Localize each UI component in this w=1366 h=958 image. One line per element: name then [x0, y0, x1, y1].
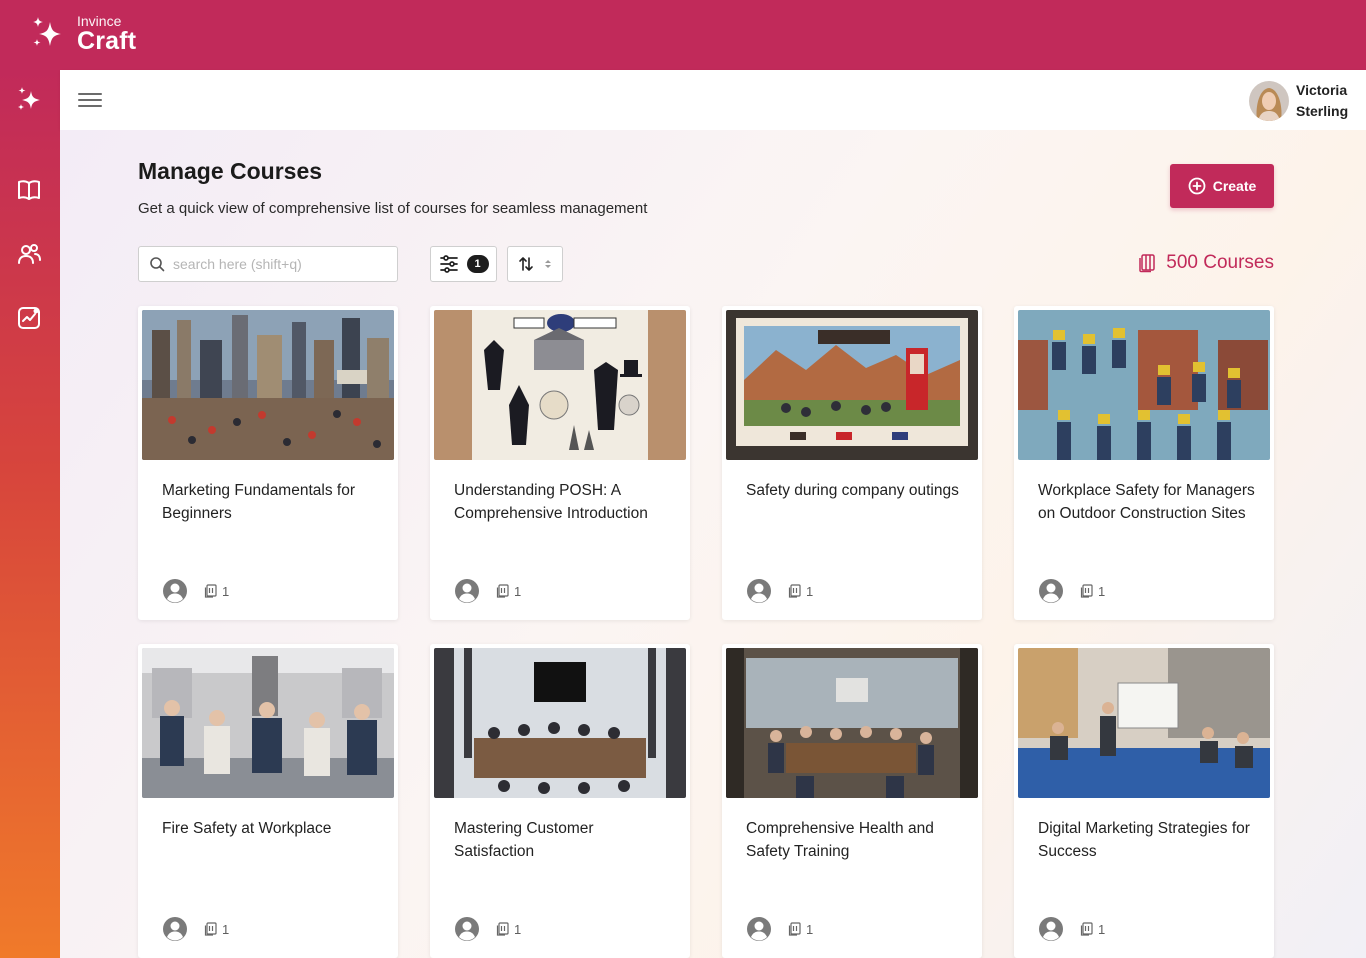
search-input[interactable] — [173, 256, 383, 272]
course-thumbnail — [1018, 310, 1270, 460]
document-icon — [788, 922, 801, 936]
course-title: Understanding POSH: A Comprehensive Intr… — [454, 482, 648, 522]
filter-button[interactable]: 1 — [430, 246, 497, 282]
course-card[interactable]: Fire Safety at Workplace 1 — [138, 644, 398, 958]
avatar — [1249, 81, 1289, 121]
avatar-icon — [455, 917, 479, 941]
avatar-icon — [163, 917, 187, 941]
course-meta: 1 — [1038, 916, 1105, 942]
course-card[interactable]: Safety during company outings 1 — [722, 306, 982, 620]
course-card[interactable]: Understanding POSH: A Comprehensive Intr… — [430, 306, 690, 620]
course-title: Digital Marketing Strategies for Success — [1038, 820, 1250, 860]
document-count: 1 — [514, 921, 522, 937]
sort-icon — [518, 257, 533, 271]
avatar-icon — [1039, 579, 1063, 603]
brand[interactable]: Invince Craft — [28, 14, 136, 54]
document-count: 1 — [222, 583, 230, 599]
course-thumbnail — [142, 648, 394, 798]
course-meta: 1 — [162, 578, 229, 604]
course-meta: 1 — [746, 578, 813, 604]
sparkles-logo-icon — [33, 17, 61, 46]
document-icon — [1080, 922, 1093, 936]
sort-button[interactable] — [507, 246, 563, 282]
books-icon — [1139, 254, 1156, 273]
top-bar: Invince Craft — [0, 0, 1366, 70]
document-count: 1 — [806, 921, 814, 937]
course-thumbnail — [1018, 648, 1270, 798]
plus-circle-icon — [1188, 177, 1206, 195]
page-title: Manage Courses — [138, 158, 323, 184]
avatar-icon — [747, 579, 771, 603]
document-icon — [204, 922, 217, 936]
document-icon — [1080, 584, 1093, 598]
page-subtitle: Get a quick view of comprehensive list o… — [138, 200, 648, 217]
course-thumbnail — [434, 648, 686, 798]
course-title: Workplace Safety for Managers on Outdoor… — [1038, 482, 1255, 522]
users-icon[interactable] — [14, 239, 44, 269]
filter-count-badge: 1 — [466, 255, 489, 273]
menu-icon[interactable] — [78, 89, 102, 111]
course-thumbnail — [726, 648, 978, 798]
sidebar — [0, 70, 60, 958]
document-count: 1 — [1098, 583, 1106, 599]
course-card[interactable]: Mastering Customer Satisfaction 1 — [430, 644, 690, 958]
document-icon — [788, 584, 801, 598]
document-count: 1 — [514, 583, 522, 599]
brand-small-text: Invince — [77, 13, 122, 29]
search-icon — [150, 257, 165, 272]
course-title: Comprehensive Health and Safety Training — [746, 820, 934, 860]
brand-name: Craft — [77, 27, 137, 55]
avatar-icon — [163, 579, 187, 603]
create-button[interactable]: Create — [1170, 164, 1274, 208]
course-thumbnail — [142, 310, 394, 460]
course-card[interactable]: Comprehensive Health and Safety Training… — [722, 644, 982, 958]
document-count: 1 — [1098, 921, 1106, 937]
search-box[interactable] — [138, 246, 398, 282]
avatar-icon — [455, 579, 479, 603]
course-meta: 1 — [454, 916, 521, 942]
course-meta: 1 — [1038, 578, 1105, 604]
course-meta: 1 — [746, 916, 813, 942]
course-title: Safety during company outings — [746, 482, 959, 499]
analytics-icon[interactable] — [14, 303, 44, 333]
course-title: Marketing Fundamentals for Beginners — [162, 482, 355, 522]
course-meta: 1 — [162, 916, 229, 942]
avatar-icon — [747, 917, 771, 941]
create-label: Create — [1212, 178, 1257, 194]
document-icon — [496, 922, 509, 936]
course-card[interactable]: Workplace Safety for Managers on Outdoor… — [1014, 306, 1274, 620]
course-card[interactable]: Marketing Fundamentals for Beginners 1 — [138, 306, 398, 620]
user-menu[interactable]: Victoria Sterling — [1249, 80, 1349, 122]
course-title: Mastering Customer Satisfaction — [454, 820, 594, 860]
book-icon[interactable] — [14, 175, 44, 205]
course-count-text: 500 Courses — [1166, 252, 1274, 273]
document-count: 1 — [806, 583, 814, 599]
main-content: Manage Courses Get a quick view of compr… — [60, 130, 1366, 958]
course-count: 500 Courses — [1137, 252, 1274, 274]
course-thumbnail — [434, 310, 686, 460]
course-card[interactable]: Digital Marketing Strategies for Success… — [1014, 644, 1274, 958]
user-first-name: Victoria — [1296, 82, 1348, 98]
avatar-icon — [1039, 917, 1063, 941]
user-last-name: Sterling — [1296, 103, 1349, 119]
document-icon — [204, 584, 217, 598]
sliders-icon — [439, 255, 458, 273]
chevron-updown-icon — [544, 260, 551, 268]
document-count: 1 — [222, 921, 230, 937]
course-title: Fire Safety at Workplace — [162, 820, 332, 837]
document-icon — [496, 584, 509, 598]
course-thumbnail — [726, 310, 978, 460]
header: Victoria Sterling — [60, 70, 1366, 130]
course-meta: 1 — [454, 578, 521, 604]
sparkles-icon[interactable] — [14, 85, 44, 115]
